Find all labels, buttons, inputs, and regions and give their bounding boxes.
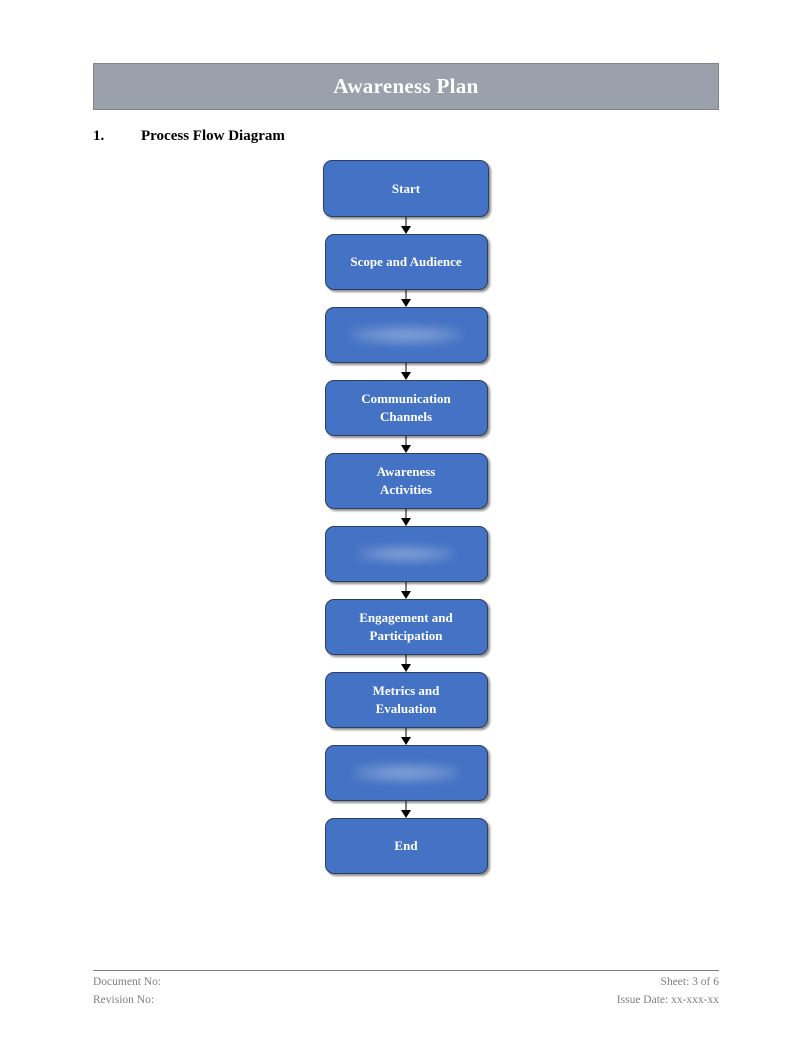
flow-connector-arrow xyxy=(0,582,812,599)
flow-node-row: Start xyxy=(0,160,812,217)
arrow-head-icon xyxy=(401,445,411,453)
flow-node-row: Awareness Activities xyxy=(0,453,812,509)
footer-divider xyxy=(93,970,719,971)
flow-node-label: Metrics and Evaluation xyxy=(372,683,440,716)
flow-connector-arrow xyxy=(0,509,812,526)
arrow-head-icon xyxy=(401,664,411,672)
flow-connector-arrow xyxy=(0,436,812,453)
flow-node-row xyxy=(0,307,812,363)
footer-issue-date: Issue Date: xx-xxx-xx xyxy=(616,993,719,1006)
arrow-head-icon xyxy=(401,372,411,380)
flow-node-row xyxy=(0,745,812,801)
arrow-head-icon xyxy=(401,299,411,307)
document-page: Awareness Plan 1. Process Flow Diagram S… xyxy=(0,0,812,1051)
redaction-blur-overlay xyxy=(353,763,459,783)
flow-node-row: Engagement and Participation xyxy=(0,599,812,655)
flow-node-redacted-2 xyxy=(324,526,488,582)
redaction-blur-overlay xyxy=(358,545,454,563)
section-heading: 1. Process Flow Diagram xyxy=(93,126,719,146)
footer-sheet-number: Sheet: 3 of 6 xyxy=(660,976,719,988)
flow-node-start: Start xyxy=(323,160,489,217)
flow-node-label: End xyxy=(394,838,418,854)
footer-document-no-label: Document No: xyxy=(93,976,162,988)
flow-node-row: End xyxy=(0,818,812,874)
flow-node-end: End xyxy=(324,818,488,874)
flow-node-row: Metrics and Evaluation xyxy=(0,672,812,728)
footer-row-document-no: Document No: Sheet: 3 of 6 xyxy=(93,974,719,992)
flow-connector-arrow xyxy=(0,217,812,234)
flow-node-scope-and-audience: Scope and Audience xyxy=(324,234,488,290)
flow-node-row: Scope and Audience xyxy=(0,234,812,290)
flow-connector-arrow xyxy=(0,801,812,818)
page-title: Awareness Plan xyxy=(333,74,479,98)
arrow-head-icon xyxy=(401,518,411,526)
flow-node-label: Communication Channels xyxy=(361,391,451,424)
footer-row-revision-no: Revision No: Issue Date: xx-xxx-xx xyxy=(93,992,719,1010)
flow-node-redacted-1 xyxy=(324,307,488,363)
flow-node-communication-channels: Communication Channels xyxy=(324,380,488,436)
flow-node-label: Start xyxy=(391,180,421,196)
flow-node-label: Engagement and Participation xyxy=(359,610,453,643)
arrow-head-icon xyxy=(401,810,411,818)
arrow-head-icon xyxy=(401,226,411,234)
flow-node-row xyxy=(0,526,812,582)
flow-node-label: Awareness Activities xyxy=(376,464,436,497)
flow-connector-arrow xyxy=(0,290,812,307)
flow-node-awareness-activities: Awareness Activities xyxy=(324,453,488,509)
flow-node-row: Communication Channels xyxy=(0,380,812,436)
section-title: Process Flow Diagram xyxy=(141,127,285,144)
section-number: 1. xyxy=(93,127,105,144)
flow-connector-arrow xyxy=(0,728,812,745)
flow-node-label: Scope and Audience xyxy=(350,254,462,270)
flow-connector-arrow xyxy=(0,655,812,672)
footer-revision-no-label: Revision No: xyxy=(93,993,155,1006)
process-flow-diagram: Start Scope and Audience Communication C… xyxy=(0,160,812,874)
arrow-head-icon xyxy=(401,737,411,745)
document-title-banner: Awareness Plan xyxy=(93,63,719,110)
arrow-head-icon xyxy=(401,591,411,599)
page-footer: Document No: Sheet: 3 of 6 Revision No: … xyxy=(93,974,719,1010)
flow-node-metrics-and-evaluation: Metrics and Evaluation xyxy=(324,672,488,728)
flow-node-engagement-and-participation: Engagement and Participation xyxy=(324,599,488,655)
redaction-blur-overlay xyxy=(350,325,462,345)
flow-connector-arrow xyxy=(0,363,812,380)
flow-node-redacted-3 xyxy=(324,745,488,801)
